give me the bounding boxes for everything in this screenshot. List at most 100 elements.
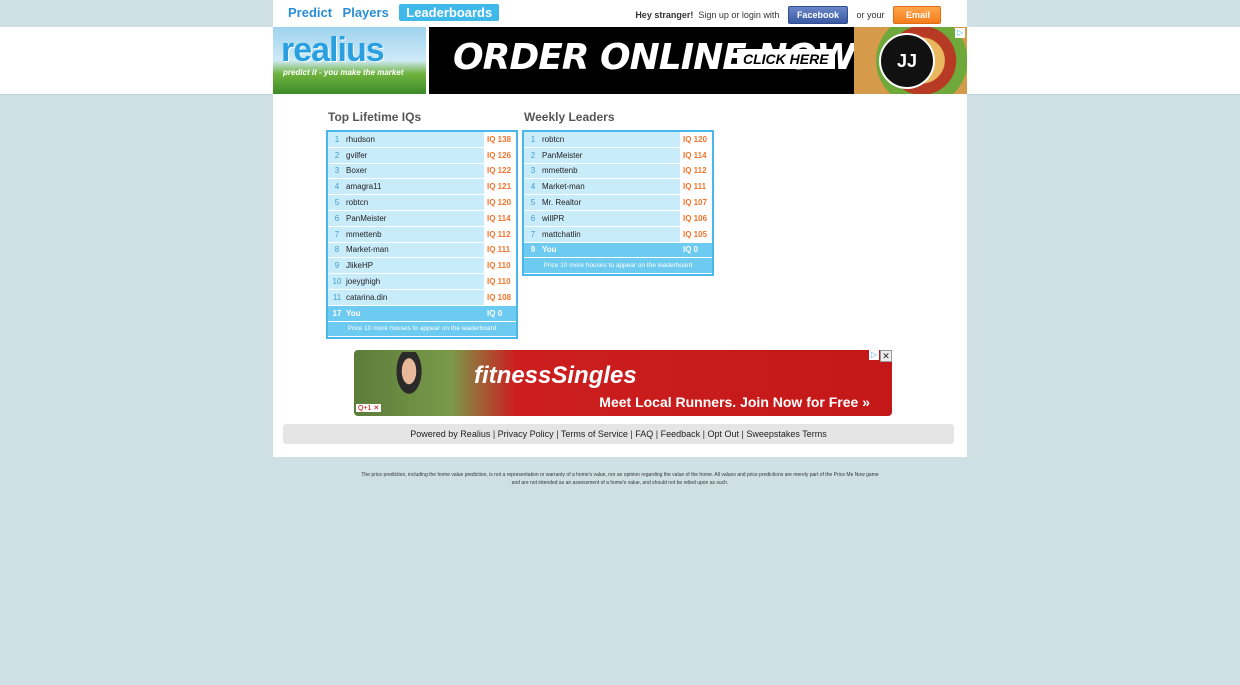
table-row[interactable]: 6 willPR IQ 106 <box>524 210 712 227</box>
iq-score: IQ 105 <box>680 226 712 242</box>
player-name: robtcn <box>542 134 565 144</box>
adchoices-icon[interactable]: ▷ <box>955 28 965 38</box>
rank: 4 <box>334 182 340 192</box>
iq-score: IQ 120 <box>680 132 712 147</box>
table-row[interactable]: 1 robtcn IQ 120 <box>524 132 712 148</box>
footer-link-feedback[interactable]: Feedback <box>661 429 701 439</box>
iq-score: IQ 126 <box>484 147 516 163</box>
iq-score: IQ 138 <box>484 132 516 147</box>
player-name: rhudson <box>346 134 375 144</box>
table-row[interactable]: 3 Boxer IQ 122 <box>328 163 516 180</box>
table-row[interactable]: 7 mmettenb IQ 112 <box>328 226 516 243</box>
rank: 2 <box>530 150 536 160</box>
table-row[interactable]: 5 robtcn IQ 120 <box>328 195 516 211</box>
footer-link-terms[interactable]: Terms of Service <box>561 429 628 439</box>
rank: 9 <box>334 261 340 271</box>
iq-score: IQ 120 <box>484 195 516 210</box>
iq-score: IQ 114 <box>680 147 712 163</box>
top-nav: Predict Players Leaderboards <box>288 4 505 22</box>
rank: 6 <box>530 213 536 223</box>
rank: 7 <box>334 229 340 239</box>
weekly-leaderboard: 1 robtcn IQ 120 2 PanMeister IQ 114 3 mmetten… <box>522 130 714 277</box>
separator: | <box>490 429 498 439</box>
iq-score: IQ 122 <box>484 163 516 179</box>
footer-link-privacy[interactable]: Privacy Policy <box>498 429 554 439</box>
table-row[interactable]: 10 joeyghigh IQ 110 <box>328 274 516 290</box>
table-row[interactable]: 4 Market-man IQ 111 <box>524 179 712 196</box>
weekly-title: Weekly Leaders <box>524 110 615 124</box>
iq-score: IQ 0 <box>680 242 712 258</box>
player-name: Mr. Realtor <box>542 198 582 208</box>
logo-wordmark: realius <box>281 31 385 69</box>
rank: 5 <box>530 198 536 208</box>
top-banner-ad[interactable]: ORDER ONLINE NOW! CLICK HERE JJ ▷ <box>429 27 967 94</box>
player-name: PanMeister <box>542 150 583 160</box>
lifetime-leaderboard: 1 rhudson IQ 138 2 gvilfer IQ 126 3 Boxer IQ 1… <box>326 130 518 340</box>
iq-score: IQ 112 <box>484 226 516 242</box>
iq-score: IQ 110 <box>484 274 516 289</box>
footer-link-opt-out[interactable]: Opt Out <box>707 429 739 439</box>
rank: 6 <box>334 213 340 223</box>
leaderboard-note: Price 10 more houses to appear on the le… <box>524 258 712 275</box>
table-row[interactable]: 11 catarina.din IQ 108 <box>328 289 516 306</box>
rank: 2 <box>334 150 340 160</box>
adchoices-icon[interactable]: ▷ <box>869 350 879 360</box>
google-plus-icon[interactable]: Q+1 ✕ <box>356 404 382 412</box>
rank: 8 <box>334 245 340 255</box>
iq-score: IQ 111 <box>680 179 712 195</box>
email-login-button[interactable]: Email <box>893 6 941 24</box>
ad-tagline: Meet Local Runners. Join Now for Free » <box>599 394 870 410</box>
player-name: JlikeHP <box>346 261 374 271</box>
rank: 1 <box>334 134 340 144</box>
iq-score: IQ 114 <box>484 210 516 226</box>
ad-click-here-button[interactable]: CLICK HERE <box>737 49 835 69</box>
table-row[interactable]: 8 Market-man IQ 111 <box>328 242 516 259</box>
table-row[interactable]: 2 gvilfer IQ 126 <box>328 147 516 164</box>
table-row[interactable]: 1 rhudson IQ 138 <box>328 132 516 148</box>
nav-players[interactable]: Players <box>343 4 389 21</box>
rank: 3 <box>530 166 536 176</box>
your-row: 17 You IQ 0 <box>328 305 516 322</box>
table-row[interactable]: 3 mmettenb IQ 112 <box>524 163 712 180</box>
table-row[interactable]: 9 JlikeHP IQ 110 <box>328 258 516 275</box>
table-row[interactable]: 6 PanMeister IQ 114 <box>328 210 516 227</box>
realius-logo[interactable]: realius predict it - you make the market <box>273 27 426 94</box>
iq-score: IQ 111 <box>484 242 516 258</box>
player-name: Market-man <box>542 182 585 192</box>
login-prompt: Sign up or login with <box>698 10 780 20</box>
rank: 17 <box>332 308 342 318</box>
separator: | <box>653 429 661 439</box>
close-ad-icon[interactable]: ✕ <box>880 350 892 362</box>
player-name: joeyghigh <box>346 277 381 287</box>
player-name: mattchatlin <box>542 229 581 239</box>
footer-link-sweepstakes[interactable]: Sweepstakes Terms <box>746 429 826 439</box>
player-name: You <box>346 308 361 318</box>
table-row[interactable]: 5 Mr. Realtor IQ 107 <box>524 195 712 211</box>
nav-predict[interactable]: Predict <box>288 4 332 21</box>
your-row: 9 You IQ 0 <box>524 242 712 259</box>
iq-score: IQ 107 <box>680 195 712 210</box>
ad-brand: fitnessSingles <box>474 362 637 389</box>
table-row[interactable]: 7 mattchatlin IQ 105 <box>524 226 712 243</box>
iq-score: IQ 121 <box>484 179 516 195</box>
footer-link-powered-by[interactable]: Powered by Realius <box>410 429 490 439</box>
greeting: Hey stranger! <box>635 10 694 20</box>
nav-leaderboards[interactable]: Leaderboards <box>399 4 500 21</box>
rank: 4 <box>530 182 536 192</box>
player-name: PanMeister <box>346 213 387 223</box>
bottom-banner-ad[interactable]: fitnessSingles Meet Local Runners. Join … <box>354 350 892 416</box>
player-name: You <box>542 245 557 255</box>
player-name: Market-man <box>346 245 389 255</box>
iq-score: IQ 110 <box>484 258 516 274</box>
player-name: mmettenb <box>346 229 382 239</box>
table-row[interactable]: 2 PanMeister IQ 114 <box>524 147 712 164</box>
player-name: robtcn <box>346 198 369 208</box>
rank: 9 <box>530 245 536 255</box>
rank: 7 <box>530 229 536 239</box>
rank: 1 <box>530 134 536 144</box>
separator: | <box>553 429 561 439</box>
facebook-login-button[interactable]: Facebook <box>787 6 848 24</box>
legal-disclaimer: The price prediction, including the home… <box>361 472 879 486</box>
table-row[interactable]: 4 amagra11 IQ 121 <box>328 179 516 196</box>
footer-link-faq[interactable]: FAQ <box>635 429 653 439</box>
